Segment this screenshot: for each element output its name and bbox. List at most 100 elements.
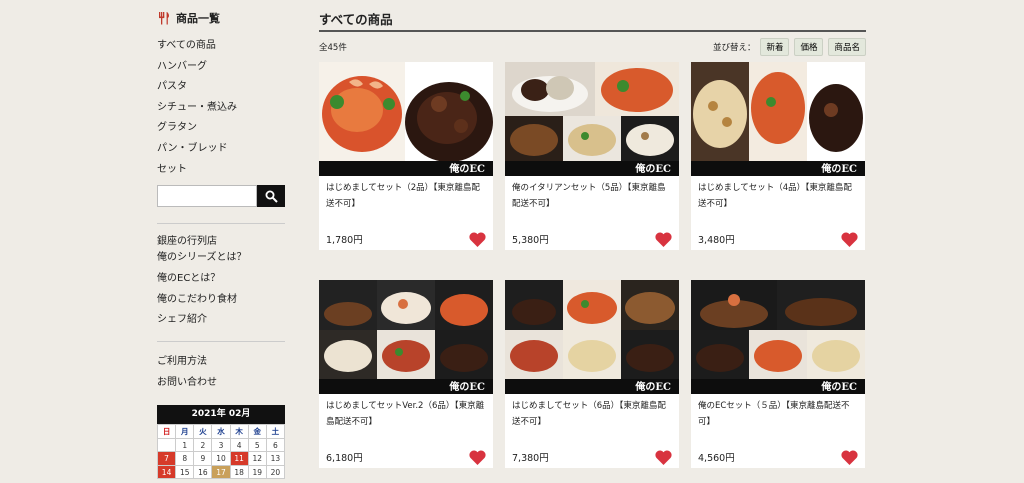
product-card[interactable]: 俺のEC はじめましてセット（2品）【東京離島配送不可】 1,780円 bbox=[319, 62, 493, 250]
favorite-heart-icon[interactable] bbox=[469, 231, 486, 247]
product-card[interactable]: 俺のEC はじめましてセット（6品）【東京離島配送不可】 7,380円 bbox=[505, 280, 679, 468]
calendar-day: 20 bbox=[266, 465, 285, 480]
product-footer: 7,380円 bbox=[505, 446, 679, 468]
ec-logo: 俺のEC bbox=[449, 164, 485, 175]
link-ore-series[interactable]: 俺のシリーズとは？ bbox=[157, 249, 285, 266]
product-name[interactable]: はじめましてセット（6品）【東京離島配送不可】 bbox=[505, 394, 679, 446]
favorite-heart-icon[interactable] bbox=[841, 449, 858, 465]
sort-name-button[interactable]: 商品名 bbox=[828, 38, 866, 56]
calendar-day: 11 bbox=[230, 452, 249, 466]
nav-item-pasta[interactable]: パスタ bbox=[157, 77, 285, 98]
sidebar-divider bbox=[157, 223, 285, 225]
favorite-heart-icon[interactable] bbox=[655, 449, 672, 465]
calendar-day: 16 bbox=[194, 465, 213, 480]
product-name[interactable]: 俺のECセット（５品）【東京離島配送不可】 bbox=[691, 394, 865, 446]
calendar-day: 7 bbox=[158, 452, 177, 466]
sort-newest-button[interactable]: 新着 bbox=[760, 38, 790, 56]
cutlery-icon bbox=[159, 12, 169, 25]
calendar-day: 13 bbox=[266, 452, 285, 466]
calendar-grid: 日月火水木金土 1 2 3 4 5 6 7 8 9 10 11 12 13 14 15 16 17 18 19 20 bbox=[157, 424, 285, 480]
ec-logo: 俺のEC bbox=[635, 164, 671, 175]
sort-controls: 並び替え： 新着 価格 商品名 bbox=[713, 38, 866, 56]
sidebar-header: 商品一覧 bbox=[157, 8, 285, 28]
ec-logo: 俺のEC bbox=[449, 382, 485, 393]
product-name[interactable]: 俺のイタリアンセット（5品）【東京離島配送不可】 bbox=[505, 176, 679, 228]
product-image[interactable]: 俺のEC bbox=[505, 62, 679, 176]
favorite-heart-icon[interactable] bbox=[841, 231, 858, 247]
calendar-day: 6 bbox=[266, 438, 285, 453]
calendar-day: 1 bbox=[176, 438, 195, 453]
product-image[interactable]: 俺のEC bbox=[505, 280, 679, 394]
favorite-heart-icon[interactable] bbox=[655, 231, 672, 247]
product-card[interactable]: 俺のEC はじめましてセット（4品）【東京離島配送不可】 3,480円 bbox=[691, 62, 865, 250]
calendar-day: 15 bbox=[176, 465, 195, 480]
calendar-day: 4 bbox=[230, 438, 249, 453]
link-about-ore-ec[interactable]: 俺のECとは？ bbox=[157, 269, 285, 290]
product-image[interactable]: 俺のEC bbox=[319, 62, 493, 176]
calendar-day: 14 bbox=[158, 465, 177, 480]
product-card[interactable]: 俺のEC 俺のECセット（５品）【東京離島配送不可】 4,560円 bbox=[691, 280, 865, 468]
calendar-day: 5 bbox=[248, 438, 267, 453]
product-price: 3,480円 bbox=[698, 235, 735, 246]
business-calendar: 2021年 02月 日月火水木金土 1 2 3 4 5 6 7 8 9 10 11 12 13 14 15 16… bbox=[157, 405, 285, 480]
link-how-to-use[interactable]: ご利用方法 bbox=[157, 352, 285, 373]
sort-price-button[interactable]: 価格 bbox=[794, 38, 824, 56]
search-box bbox=[157, 185, 285, 208]
product-card[interactable]: 俺のEC 俺のイタリアンセット（5品）【東京離島配送不可】 5,380円 bbox=[505, 62, 679, 250]
search-button[interactable] bbox=[257, 185, 285, 208]
nav-item-gratin[interactable]: グラタン bbox=[157, 118, 285, 139]
sidebar-title: 商品一覧 bbox=[176, 12, 220, 25]
product-footer: 6,180円 bbox=[319, 446, 493, 468]
ec-logo: 俺のEC bbox=[821, 164, 857, 175]
product-image[interactable]: 俺のEC bbox=[691, 280, 865, 394]
page: 商品一覧 すべての商品 ハンバーグ パスタ シチュー・煮込み グラタン パン・ブ… bbox=[0, 0, 1024, 483]
product-price: 1,780円 bbox=[326, 235, 363, 246]
info-links: 銀座の行列店 俺のシリーズとは？ 俺のECとは？ 俺のこだわり食材 シェフ紹介 bbox=[157, 234, 285, 331]
calendar-title: 2021年 02月 bbox=[157, 405, 285, 425]
favorite-heart-icon[interactable] bbox=[469, 449, 486, 465]
list-toolbar: 全45件 並び替え： 新着 価格 商品名 bbox=[319, 32, 866, 62]
calendar-day: 12 bbox=[248, 452, 267, 466]
calendar-day: 17 bbox=[212, 465, 231, 480]
calendar-day: 10 bbox=[212, 452, 231, 466]
result-count: 全45件 bbox=[319, 43, 347, 53]
calendar-day bbox=[158, 438, 177, 453]
calendar-weekday: 月 bbox=[176, 425, 195, 439]
nav-item-bread[interactable]: パン・ブレッド bbox=[157, 139, 285, 160]
product-name[interactable]: はじめましてセット（2品）【東京離島配送不可】 bbox=[319, 176, 493, 228]
nav-item-all[interactable]: すべての商品 bbox=[157, 36, 285, 57]
sidebar: 商品一覧 すべての商品 ハンバーグ パスタ シチュー・煮込み グラタン パン・ブ… bbox=[157, 8, 285, 480]
search-input[interactable] bbox=[157, 185, 257, 208]
search-icon bbox=[265, 190, 278, 203]
product-price: 7,380円 bbox=[512, 453, 549, 464]
calendar-weekday: 金 bbox=[248, 425, 267, 439]
nav-item-hamburg[interactable]: ハンバーグ bbox=[157, 57, 285, 78]
help-links: ご利用方法 お問い合わせ bbox=[157, 352, 285, 393]
category-nav: すべての商品 ハンバーグ パスタ シチュー・煮込み グラタン パン・ブレッド セ… bbox=[157, 36, 285, 180]
link-chef-intro[interactable]: シェフ紹介 bbox=[157, 310, 285, 331]
nav-item-set[interactable]: セット bbox=[157, 160, 285, 181]
product-image[interactable]: 俺のEC bbox=[691, 62, 865, 176]
link-ginza-shop[interactable]: 銀座の行列店 bbox=[157, 234, 285, 249]
calendar-day: 8 bbox=[176, 452, 195, 466]
calendar-day: 18 bbox=[230, 465, 249, 480]
product-name[interactable]: はじめましてセットVer.2（6品）【東京離島配送不可】 bbox=[319, 394, 493, 446]
calendar-weekday: 火 bbox=[194, 425, 213, 439]
product-card[interactable]: 俺のEC はじめましてセットVer.2（6品）【東京離島配送不可】 6,180円 bbox=[319, 280, 493, 468]
calendar-day: 19 bbox=[248, 465, 267, 480]
calendar-day: 2 bbox=[194, 438, 213, 453]
product-price: 4,560円 bbox=[698, 453, 735, 464]
product-image[interactable]: 俺のEC bbox=[319, 280, 493, 394]
calendar-weekday: 土 bbox=[266, 425, 285, 439]
calendar-day: 9 bbox=[194, 452, 213, 466]
link-ingredients[interactable]: 俺のこだわり食材 bbox=[157, 290, 285, 311]
nav-item-stew[interactable]: シチュー・煮込み bbox=[157, 98, 285, 119]
product-price: 5,380円 bbox=[512, 235, 549, 246]
link-contact[interactable]: お問い合わせ bbox=[157, 373, 285, 394]
product-name[interactable]: はじめましてセット（4品）【東京離島配送不可】 bbox=[691, 176, 865, 228]
sort-label: 並び替え： bbox=[712, 43, 756, 53]
main-content: すべての商品 全45件 並び替え： 新着 価格 商品名 俺のEC はじめましてセ… bbox=[319, 8, 866, 468]
product-footer: 5,380円 bbox=[505, 228, 679, 250]
ec-logo: 俺のEC bbox=[821, 382, 857, 393]
calendar-weekday: 水 bbox=[212, 425, 231, 439]
